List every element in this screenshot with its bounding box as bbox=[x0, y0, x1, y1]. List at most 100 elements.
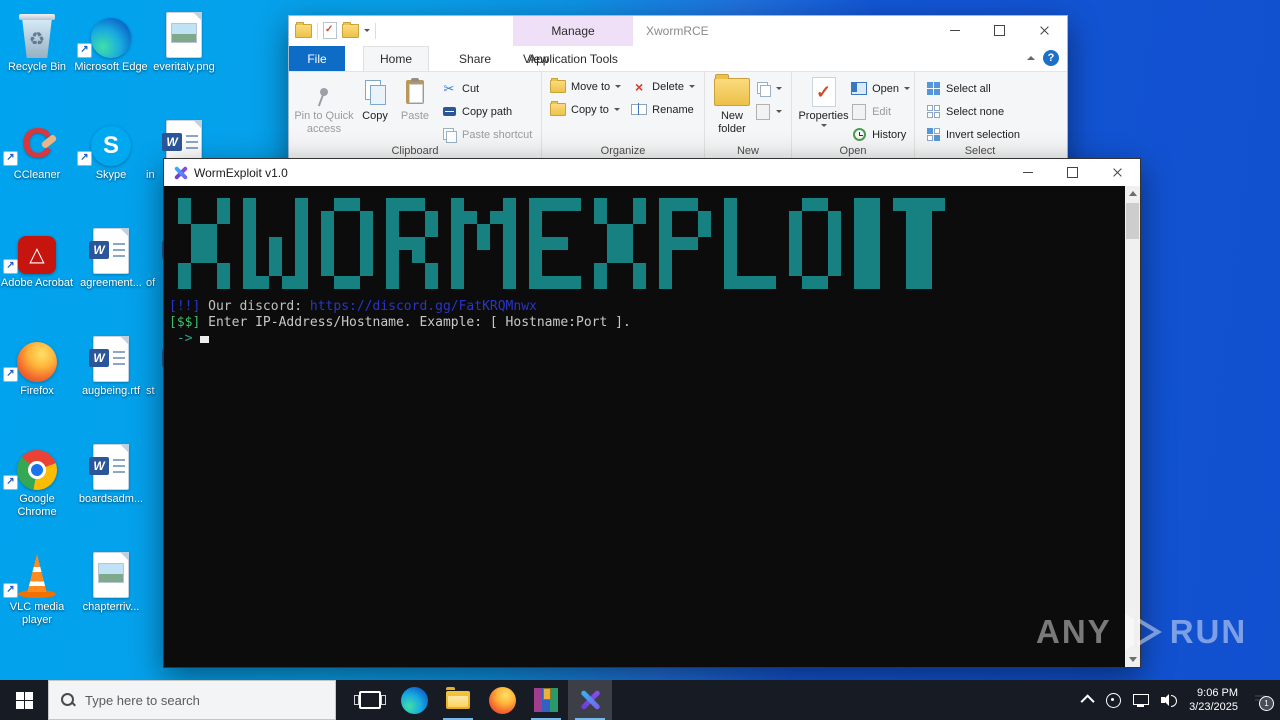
desktop-icon[interactable]: ↗ Firefox bbox=[0, 334, 77, 398]
console-output[interactable]: [!!] Our discord: https://discord.gg/Fat… bbox=[164, 186, 1140, 667]
maximize-button[interactable] bbox=[977, 16, 1022, 45]
taskbar-clock[interactable]: 9:06 PM 3/23/2025 bbox=[1189, 686, 1238, 714]
tab-application-tools[interactable]: Application Tools bbox=[513, 46, 633, 71]
desktop-icon[interactable]: chapterriv... bbox=[71, 550, 151, 614]
copy-icon bbox=[365, 80, 386, 105]
window-controls bbox=[932, 16, 1067, 45]
volume-icon[interactable] bbox=[1161, 693, 1178, 707]
tray-status-icon[interactable] bbox=[1106, 692, 1122, 708]
paste-button[interactable]: Paste bbox=[395, 74, 435, 123]
new-folder-button[interactable]: New folder bbox=[709, 74, 755, 136]
ribbon-group-open: ✓ Properties Open Edit History Open bbox=[792, 72, 915, 160]
paste-icon bbox=[406, 78, 424, 104]
search-icon bbox=[61, 693, 75, 707]
taskbar-app-winrar[interactable] bbox=[524, 680, 568, 720]
shortcut-arrow-icon: ↗ bbox=[3, 151, 18, 166]
copy-path-button[interactable]: Copy path bbox=[441, 103, 532, 120]
easy-access-button[interactable] bbox=[755, 103, 782, 120]
desktop-icon-label: augbeing.rtf bbox=[81, 385, 141, 397]
shortcut-arrow-icon: ↗ bbox=[3, 367, 18, 382]
desktop-icon[interactable]: Wboardsadm... bbox=[71, 442, 151, 506]
taskbar-search[interactable]: Type here to search bbox=[48, 680, 336, 720]
search-placeholder: Type here to search bbox=[85, 692, 200, 708]
console-cursor bbox=[200, 336, 210, 343]
desktop-icon[interactable]: ↗ VLC media player bbox=[0, 550, 77, 627]
close-icon bbox=[1112, 167, 1123, 178]
edit-button[interactable]: Edit bbox=[851, 103, 910, 120]
cut-button[interactable]: ✂ Cut bbox=[441, 80, 532, 97]
chrome-icon bbox=[17, 450, 57, 490]
system-tray: 9:06 PM 3/23/2025 1 bbox=[1080, 680, 1280, 720]
desktop-icon[interactable]: ♻ Recycle Bin bbox=[0, 10, 77, 74]
shortcut-arrow-icon: ↗ bbox=[3, 475, 18, 490]
word-file-icon: W bbox=[89, 228, 129, 274]
open-button[interactable]: Open bbox=[851, 80, 910, 97]
scroll-down-icon[interactable] bbox=[1125, 652, 1140, 667]
delete-button[interactable]: × Delete bbox=[631, 78, 695, 95]
tab-home[interactable]: Home bbox=[363, 46, 430, 71]
desktop-icon[interactable]: ↗ Google Chrome bbox=[0, 442, 77, 519]
desktop-icon[interactable]: Wagreement... bbox=[71, 226, 151, 290]
minimize-icon bbox=[949, 30, 960, 31]
desktop-icon-label: Firefox bbox=[20, 385, 54, 397]
taskbar-app-file-explorer[interactable] bbox=[436, 680, 480, 720]
tab-share[interactable]: Share bbox=[443, 46, 507, 71]
new-item-button[interactable] bbox=[755, 80, 782, 97]
collapse-ribbon-icon[interactable] bbox=[1027, 56, 1035, 60]
desktop-icon[interactable]: ↗ Microsoft Edge bbox=[71, 10, 151, 74]
desktop-icon[interactable]: Waugbeing.rtf bbox=[71, 334, 151, 398]
chevron-down-icon bbox=[688, 85, 695, 88]
desktop-icon[interactable]: S ↗ Skype bbox=[71, 118, 151, 182]
close-button[interactable] bbox=[1022, 16, 1067, 45]
maximize-button[interactable] bbox=[1050, 159, 1095, 186]
folder-icon[interactable] bbox=[295, 21, 312, 38]
ribbon-tabs: File Home Share View Application Tools ? bbox=[289, 46, 1067, 72]
divider bbox=[317, 22, 318, 39]
invert-selection-icon bbox=[926, 128, 940, 141]
firefox-icon bbox=[488, 686, 516, 714]
close-button[interactable] bbox=[1095, 159, 1140, 186]
copy-button[interactable]: Copy bbox=[355, 74, 395, 123]
chevron-down-icon bbox=[776, 110, 782, 113]
properties-check-icon[interactable]: ✓ bbox=[323, 22, 337, 39]
copy-to-button[interactable]: Copy to bbox=[550, 101, 621, 118]
start-button[interactable] bbox=[0, 680, 48, 720]
network-icon[interactable] bbox=[1133, 693, 1150, 707]
scroll-up-icon[interactable] bbox=[1125, 186, 1140, 201]
pin-to-quick-access-button[interactable]: Pin to Quick access bbox=[293, 74, 355, 136]
maximize-icon bbox=[1067, 167, 1078, 178]
taskbar-app-firefox[interactable] bbox=[480, 680, 524, 720]
divider bbox=[375, 22, 376, 39]
minimize-button[interactable] bbox=[1005, 159, 1050, 186]
help-icon[interactable]: ? bbox=[1043, 50, 1059, 66]
edge-icon bbox=[91, 18, 131, 58]
action-center-icon[interactable]: 1 bbox=[1252, 692, 1274, 711]
console-window-title: WormExploit v1.0 bbox=[194, 165, 288, 180]
select-all-button[interactable]: Select all bbox=[925, 80, 1020, 97]
scrollbar-thumb[interactable] bbox=[1126, 203, 1139, 239]
close-icon bbox=[1039, 25, 1050, 36]
desktop-icon[interactable]: everitaly.png bbox=[144, 10, 224, 74]
customize-qat-chevron-icon[interactable] bbox=[364, 29, 370, 32]
move-to-button[interactable]: Move to bbox=[550, 78, 622, 95]
new-folder-icon[interactable] bbox=[342, 21, 359, 38]
wormexploit-icon bbox=[578, 688, 602, 712]
select-none-button[interactable]: Select none bbox=[925, 103, 1020, 120]
console-line: -> bbox=[169, 331, 1140, 347]
desktop-icon-label: everitaly.png bbox=[153, 61, 215, 73]
taskbar-app-wormexploit[interactable] bbox=[568, 680, 612, 720]
properties-button[interactable]: ✓ Properties bbox=[796, 74, 851, 127]
desktop-icon[interactable]: △ ↗ Adobe Acrobat bbox=[0, 226, 77, 290]
hidden-icons-chevron-icon[interactable] bbox=[1080, 694, 1095, 709]
invert-selection-button[interactable]: Invert selection bbox=[925, 126, 1020, 143]
taskbar-app-task-view[interactable] bbox=[348, 680, 392, 720]
taskbar-app-edge[interactable] bbox=[392, 680, 436, 720]
paste-shortcut-button[interactable]: Paste shortcut bbox=[441, 126, 532, 143]
minimize-button[interactable] bbox=[932, 16, 977, 45]
history-button[interactable]: History bbox=[851, 126, 910, 143]
ribbon-group-new: New folder New bbox=[705, 72, 792, 160]
tab-file[interactable]: File bbox=[289, 46, 345, 71]
desktop-icon[interactable]: C ↗ CCleaner bbox=[0, 118, 77, 182]
scrollbar[interactable] bbox=[1125, 186, 1140, 667]
rename-button[interactable]: Rename bbox=[631, 101, 695, 118]
